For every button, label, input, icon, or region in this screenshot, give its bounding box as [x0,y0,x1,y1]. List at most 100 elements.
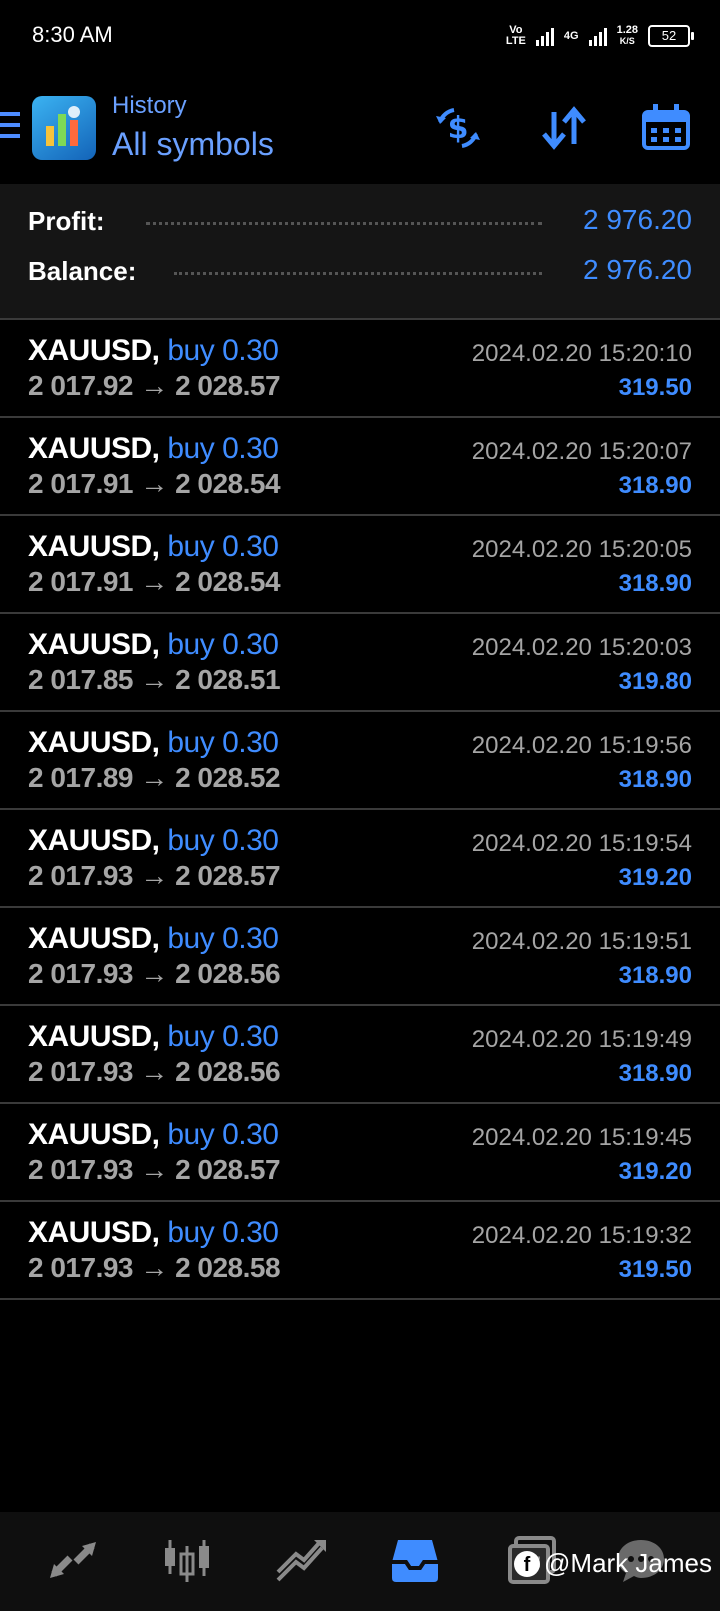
deal-prices: 2 017.92 → 2 028.57 [28,370,281,402]
deal-prices: 2 017.91 → 2 028.54 [28,566,281,598]
arrow-icon: → [140,468,168,499]
deal-type: buy 0.30 [167,922,279,955]
deal-time: 2024.02.20 15:19:32 [471,1222,692,1249]
deal-row[interactable]: XAUUSD, buy 0.30 2 017.93 → 2 028.57 2024.… [0,1104,720,1202]
deal-symbol: XAUUSD, buy 0.30 [28,824,279,858]
profit-label: Profit: [28,206,105,236]
arrow-icon: → [140,860,168,891]
network-type: 4G [563,29,579,42]
deal-symbol: XAUUSD, buy 0.30 [28,1020,279,1054]
balance-label: Balance: [28,256,137,286]
app-bar: History All symbols $ [0,72,720,182]
balance-leader [174,272,542,275]
menu-icon[interactable] [0,112,20,140]
deal-row[interactable]: XAUUSD, buy 0.30 2 017.91 → 2 028.54 2024.… [0,418,720,516]
sort-icon[interactable] [538,102,590,154]
deal-profit: 319.20 [618,1158,692,1185]
signal-icon-2 [588,26,607,46]
deal-symbol-name: XAUUSD, [28,432,160,465]
arrow-icon: → [140,1252,168,1283]
deal-profit: 319.80 [618,668,692,695]
history-icon[interactable] [388,1534,442,1588]
profit-leader [146,222,542,225]
page-title[interactable]: All symbols [112,126,274,163]
deal-prices: 2 017.93 → 2 028.57 [28,1154,281,1186]
deal-time: 2024.02.20 15:20:07 [471,438,692,465]
deal-type: buy 0.30 [167,432,279,465]
deal-prices: 2 017.85 → 2 028.51 [28,664,281,696]
deal-open-price: 2 017.93 [28,860,134,891]
deal-row[interactable]: XAUUSD, buy 0.30 2 017.93 → 2 028.57 2024.… [0,810,720,908]
profit-row: Profit: 2 976.20 [28,200,692,240]
deal-close-price: 2 028.54 [175,566,281,597]
deal-row[interactable]: XAUUSD, buy 0.30 2 017.93 → 2 028.56 2024.… [0,908,720,1006]
deal-open-price: 2 017.92 [28,370,134,401]
deal-open-price: 2 017.91 [28,566,134,597]
page-subtitle: History [112,92,187,119]
speed-value: 1.28 [616,24,638,36]
status-bar: 8:30 AM Vo LTE 4G 1.28 K/S 52 [0,0,720,72]
deal-profit: 319.50 [618,1256,692,1283]
arrow-icon: → [140,958,168,989]
deal-symbol-name: XAUUSD, [28,922,160,955]
deal-type: buy 0.30 [167,334,279,367]
deal-time: 2024.02.20 15:19:51 [471,928,692,955]
deal-symbol: XAUUSD, buy 0.30 [28,530,279,564]
deal-row[interactable]: XAUUSD, buy 0.30 2 017.91 → 2 028.54 2024.… [0,516,720,614]
deal-row[interactable]: XAUUSD, buy 0.30 2 017.85 → 2 028.51 2024.… [0,614,720,712]
deal-open-price: 2 017.93 [28,1056,134,1087]
deal-type: buy 0.30 [167,530,279,563]
summary-panel: Profit: 2 976.20 Balance: 2 976.20 [0,184,720,320]
deal-open-price: 2 017.93 [28,958,134,989]
deal-close-price: 2 028.58 [175,1252,281,1283]
trade-icon[interactable] [274,1534,328,1588]
deal-symbol-name: XAUUSD, [28,628,160,661]
deal-time: 2024.02.20 15:20:10 [471,340,692,367]
quotes-icon[interactable] [46,1534,100,1588]
deal-profit: 318.90 [618,962,692,989]
deal-profit: 318.90 [618,766,692,793]
deal-close-price: 2 028.56 [175,958,281,989]
deal-time: 2024.02.20 15:20:03 [471,634,692,661]
deal-close-price: 2 028.57 [175,1154,281,1185]
deal-open-price: 2 017.89 [28,762,134,793]
deal-symbol: XAUUSD, buy 0.30 [28,726,279,760]
arrow-icon: → [140,1056,168,1087]
app-logo-icon [32,96,96,160]
deal-close-price: 2 028.51 [175,664,281,695]
deal-type: buy 0.30 [167,628,279,661]
deal-symbol-name: XAUUSD, [28,726,160,759]
deal-time: 2024.02.20 15:19:54 [471,830,692,857]
chart-icon[interactable] [160,1534,214,1588]
deal-row[interactable]: XAUUSD, buy 0.30 2 017.92 → 2 028.57 2024.… [0,320,720,418]
deal-row[interactable]: XAUUSD, buy 0.30 2 017.93 → 2 028.58 2024.… [0,1202,720,1300]
deal-symbol: XAUUSD, buy 0.30 [28,1118,279,1152]
facebook-icon: f [514,1550,541,1577]
deal-row[interactable]: XAUUSD, buy 0.30 2 017.93 → 2 028.56 2024.… [0,1006,720,1104]
deal-symbol: XAUUSD, buy 0.30 [28,1216,279,1250]
calendar-icon[interactable] [640,102,692,154]
deal-type: buy 0.30 [167,1020,279,1053]
deal-close-price: 2 028.57 [175,860,281,891]
arrow-icon: → [140,370,168,401]
deal-prices: 2 017.93 → 2 028.58 [28,1252,281,1284]
currency-exchange-icon[interactable]: $ [432,102,484,154]
network-speed: 1.28 K/S [617,25,638,47]
signal-icon [535,26,554,46]
deal-symbol-name: XAUUSD, [28,1020,160,1053]
deal-close-price: 2 028.52 [175,762,281,793]
arrow-icon: → [140,664,168,695]
deal-symbol-name: XAUUSD, [28,530,160,563]
deal-open-price: 2 017.91 [28,468,134,499]
deal-symbol: XAUUSD, buy 0.30 [28,922,279,956]
deal-time: 2024.02.20 15:20:05 [471,536,692,563]
deal-open-price: 2 017.85 [28,664,134,695]
deal-time: 2024.02.20 15:19:45 [471,1124,692,1151]
deal-close-price: 2 028.57 [175,370,281,401]
deal-close-price: 2 028.54 [175,468,281,499]
arrow-icon: → [140,566,168,597]
deal-row[interactable]: XAUUSD, buy 0.30 2 017.89 → 2 028.52 2024.… [0,712,720,810]
deal-type: buy 0.30 [167,726,279,759]
deal-symbol: XAUUSD, buy 0.30 [28,334,279,368]
speed-unit: K/S [619,36,635,46]
